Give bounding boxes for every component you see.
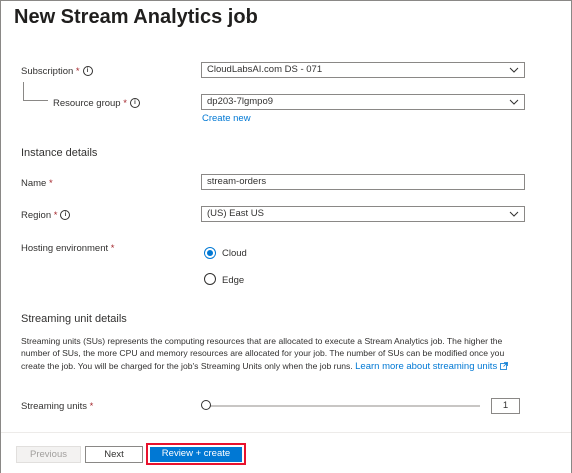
radio-edge[interactable] — [204, 273, 216, 285]
streaming-units-input[interactable]: 1 — [491, 398, 520, 414]
name-input[interactable]: stream-orders — [201, 174, 525, 190]
hosting-environment-label: Hosting environment * — [21, 243, 115, 254]
region-label: Region * i — [21, 210, 71, 221]
region-select[interactable]: (US) East US — [201, 206, 525, 222]
subscription-value: CloudLabsAI.com DS - 071 — [207, 64, 323, 75]
chevron-down-icon — [509, 211, 519, 217]
info-icon: i — [129, 98, 140, 109]
resource-group-select[interactable]: dp203-7lgmpo9 — [201, 94, 525, 110]
streaming-unit-heading: Streaming unit details — [21, 313, 127, 325]
streaming-units-label: Streaming units * — [21, 401, 94, 412]
tree-connector — [23, 82, 48, 101]
learn-more-link[interactable]: Learn more about streaming units — [355, 361, 497, 372]
page-title: New Stream Analytics job — [14, 6, 258, 28]
radio-edge-label: Edge — [222, 275, 245, 286]
previous-button[interactable]: Previous — [16, 446, 81, 463]
streaming-units-slider-thumb[interactable] — [201, 400, 211, 410]
name-label: Name * — [21, 178, 53, 189]
streaming-units-slider-track[interactable] — [207, 405, 480, 407]
create-new-link[interactable]: Create new — [202, 113, 251, 124]
resource-group-label: Resource group * i — [53, 98, 140, 109]
subscription-label: Subscription * i — [21, 66, 93, 77]
chevron-down-icon — [509, 67, 519, 73]
review-create-button[interactable]: Review + create — [150, 447, 242, 462]
radio-cloud[interactable] — [204, 247, 216, 259]
region-value: (US) East US — [207, 208, 265, 219]
chevron-down-icon — [509, 99, 519, 105]
info-icon: i — [82, 66, 93, 77]
more-options-icon[interactable]: ··· — [235, 10, 250, 24]
info-icon: i — [60, 210, 71, 221]
instance-details-heading: Instance details — [21, 147, 98, 159]
subscription-select[interactable]: CloudLabsAI.com DS - 071 — [201, 62, 525, 78]
radio-cloud-label: Cloud — [222, 248, 247, 259]
next-button[interactable]: Next — [85, 446, 143, 463]
streaming-unit-description: Streaming units (SUs) represents the com… — [21, 335, 529, 373]
resource-group-value: dp203-7lgmpo9 — [207, 96, 274, 107]
external-link-icon[interactable] — [499, 361, 508, 370]
